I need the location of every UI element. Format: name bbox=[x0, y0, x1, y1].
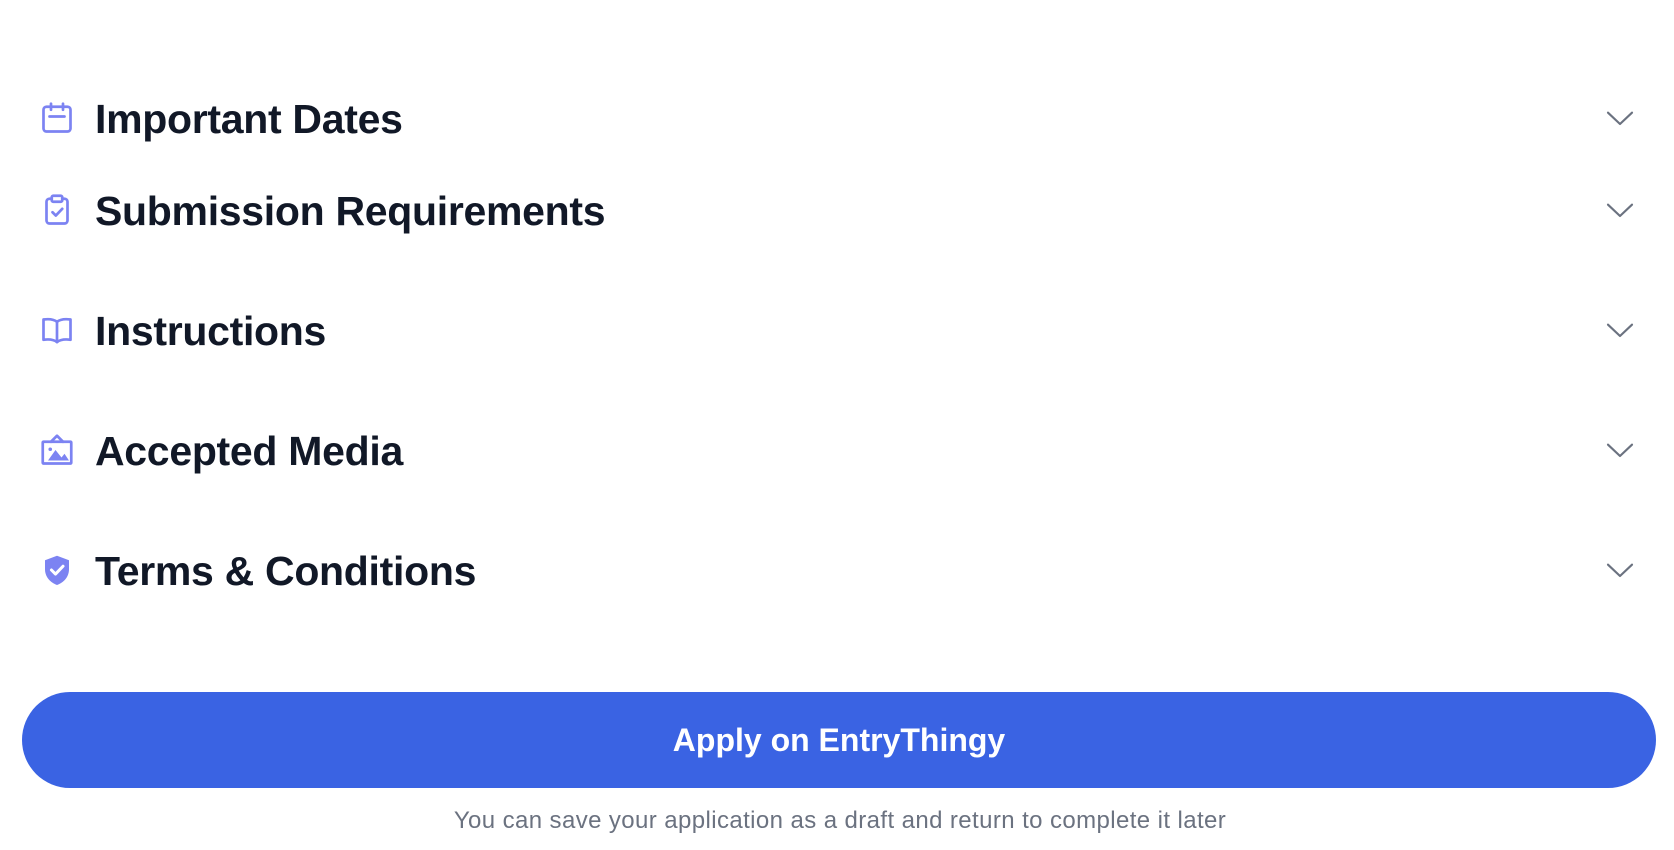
chevron-down-icon[interactable] bbox=[1604, 434, 1636, 466]
chevron-down-icon[interactable] bbox=[1604, 102, 1636, 134]
accordion-item-submission-requirements[interactable]: Submission Requirements bbox=[0, 152, 1674, 262]
accordion-title: Instructions bbox=[95, 308, 327, 354]
accordion-title: Important Dates bbox=[95, 96, 403, 142]
accordion-item-important-dates[interactable]: Important Dates bbox=[0, 32, 1674, 142]
shield-check-icon bbox=[39, 552, 75, 588]
calendar-icon bbox=[39, 100, 75, 136]
clipboard-check-icon bbox=[39, 192, 75, 228]
draft-helper-text: You can save your application as a draft… bbox=[453, 807, 1227, 834]
accordion-item-terms-conditions[interactable]: Terms & Conditions bbox=[0, 512, 1674, 622]
accordion-title: Accepted Media bbox=[95, 428, 403, 474]
chevron-down-icon[interactable] bbox=[1604, 314, 1636, 346]
apply-button[interactable]: Apply on EntryThingy bbox=[22, 692, 1656, 788]
image-icon bbox=[39, 432, 75, 468]
chevron-down-icon[interactable] bbox=[1604, 554, 1636, 586]
accordion-title: Terms & Conditions bbox=[95, 548, 477, 594]
accordion-item-instructions[interactable]: Instructions bbox=[0, 272, 1674, 382]
accordion-item-accepted-media[interactable]: Accepted Media bbox=[0, 392, 1674, 502]
book-open-icon bbox=[39, 312, 75, 348]
chevron-down-icon[interactable] bbox=[1604, 194, 1636, 226]
accordion-title: Submission Requirements bbox=[95, 188, 606, 234]
